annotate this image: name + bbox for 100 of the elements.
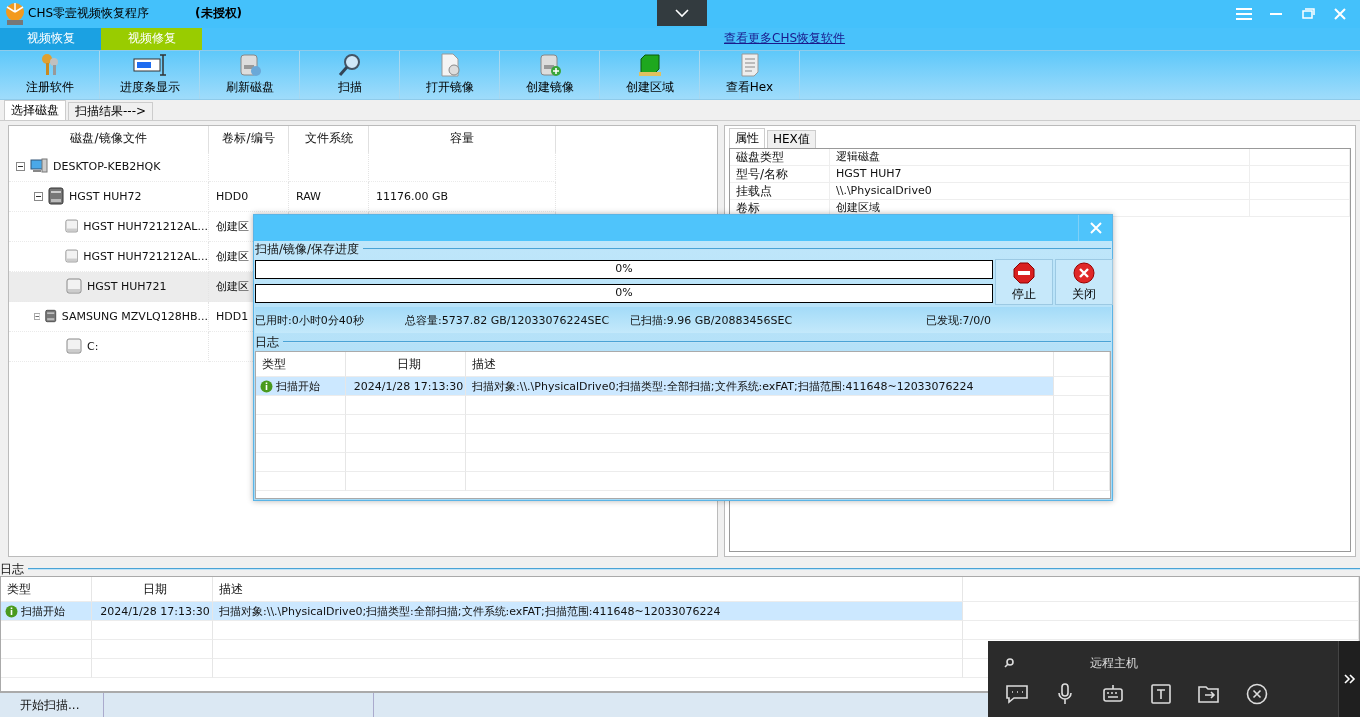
menu-icon [1236,7,1252,20]
disk-name: DESKTOP-KEB2HQK [53,159,161,173]
partition-icon [64,248,79,265]
computer-icon [30,158,48,175]
table-cell [1054,352,1110,377]
partition-icon [64,218,79,235]
disconnect-button[interactable] [1244,681,1270,707]
section-title: 日志 [255,333,280,351]
toolbar-button[interactable]: 查看Hex [700,50,800,99]
log-type: 扫描开始 [21,603,65,619]
chat-icon [1005,684,1029,704]
file-system: RAW [296,189,321,203]
log-description: 扫描对象:\\.\PhysicalDrive0;扫描类型:全部扫描;文件系统:exFAT;扫描范围:411648~12033076224 [472,378,974,394]
section-title: 日志 [0,560,25,578]
tree-row[interactable]: DESKTOP-KEB2HQK [9,151,717,182]
disk-name: HGST HUH721 [87,279,167,293]
dropdown-button[interactable] [657,0,707,26]
magnifier-icon [337,53,362,78]
info-icon [260,379,273,393]
scan-stat: 总容量:5737.82 GB/12033076224SEC [405,312,611,328]
cube-icon [636,53,663,78]
property-value: 逻辑磁盘 [830,148,1250,165]
property-value: \\.\PhysicalDrive0 [830,182,1250,199]
progress-reading: 0% [615,262,633,275]
progress-bar-icon [132,53,167,78]
property-name: 磁盘类型 [730,148,830,165]
tree-row[interactable]: HGST HUH72 HDD0 RAW 11176.00 GB [9,181,717,212]
volume-label: HDD1 [216,309,249,323]
disk-add-icon [537,53,562,78]
close-button[interactable]: 关闭 [1055,259,1113,305]
progress-reading: 0% [615,286,633,299]
double-chevron-icon [1343,673,1356,685]
view-tab[interactable]: 扫描结果---> [68,101,154,120]
microphone-icon [1057,683,1073,705]
folder-arrow-icon [1198,684,1220,704]
hex-document-icon [739,53,760,78]
close-icon [1334,7,1346,20]
text-button[interactable] [1148,681,1174,707]
volume-label: 创建区 [216,218,249,234]
properties-tab[interactable]: 属性 [729,127,765,148]
section-title: 扫描/镜像/保存进度 [255,240,361,258]
status-text: 开始扫描... [0,693,104,717]
property-name: 型号/名称 [730,165,830,182]
disk-name: HGST HUH721212AL... [83,249,208,263]
more-software-link[interactable]: 查看更多CHS恢复软件 [724,30,846,48]
hard-drive-icon [48,187,64,206]
close-icon [1089,222,1102,234]
scan-stat: 已扫描:9.96 GB/20883456SEC [630,312,794,328]
table-cell [1054,377,1110,396]
column-header[interactable]: 容量 [369,125,556,152]
keyboard-icon [1102,684,1124,704]
volume-label: HDD0 [216,189,249,203]
remote-host-name: 远程主机 [1090,654,1138,672]
text-box-icon [1151,684,1171,704]
close-icon [1073,261,1095,284]
toolbar-button[interactable]: 刷新磁盘 [200,50,300,99]
restore-icon [1301,8,1315,20]
stop-sign-icon [1013,261,1035,284]
info-icon [5,604,18,618]
log-description: 扫描对象:\\.\PhysicalDrive0;扫描类型:全部扫描;文件系统:exFAT;扫描范围:411648~12033076224 [219,603,721,619]
close-circle-icon [1246,683,1268,705]
disk-name: HGST HUH72 [69,189,142,203]
disk-refresh-icon [237,53,262,78]
expand-button[interactable] [1338,641,1360,717]
toolbar-button[interactable]: 扫描 [300,50,400,99]
properties-tab[interactable]: HEX值 [767,129,816,148]
toolbar-button[interactable]: 创建镜像 [500,50,600,99]
volume-label: 创建区 [216,248,249,264]
toolbar-button[interactable]: 创建区域 [600,50,700,99]
toolbar-button[interactable]: 进度条显示 [100,50,200,99]
license-status: (未授权) [195,5,242,23]
volume-label: 创建区 [216,278,249,294]
collapse-icon[interactable] [16,161,25,171]
scan-stat: 已用时:0小时0分40秒 [255,312,365,328]
window-title: CHS零壹视频恢复程序 [28,5,150,23]
table-cell [1054,453,1110,472]
disk-name: C: [87,339,99,353]
partition-icon [66,338,82,355]
disk-name: SAMSUNG MZVLQ128HB... [61,309,208,323]
property-name: 挂载点 [730,182,830,199]
column-header[interactable]: 卷标/编号 [209,125,289,152]
table-cell [1054,472,1110,491]
toolbar-button[interactable]: 注册软件 [0,50,100,99]
table-cell [1054,396,1110,415]
minimize-icon [1270,11,1282,16]
column-header[interactable]: 磁盘/镜像文件 [9,125,209,152]
log-date: 2024/1/28 17:13:30 [100,604,210,618]
column-header[interactable]: 文件系统 [289,125,369,152]
log-type: 扫描开始 [276,378,320,394]
view-tab[interactable]: 选择磁盘 [4,99,66,120]
table-cell [1054,415,1110,434]
capacity: 11176.00 GB [376,189,449,203]
partition-icon [66,278,82,295]
disk-name: HGST HUH721212AL... [83,219,208,233]
property-value: HGST HUH7 [830,165,1250,182]
toolbar-button[interactable]: 打开镜像 [400,50,500,99]
scan-stat: 已发现:7/0/0 [925,312,992,328]
table-cell [1054,434,1110,453]
stop-button[interactable]: 停止 [995,259,1053,305]
collapse-icon[interactable] [34,191,43,201]
